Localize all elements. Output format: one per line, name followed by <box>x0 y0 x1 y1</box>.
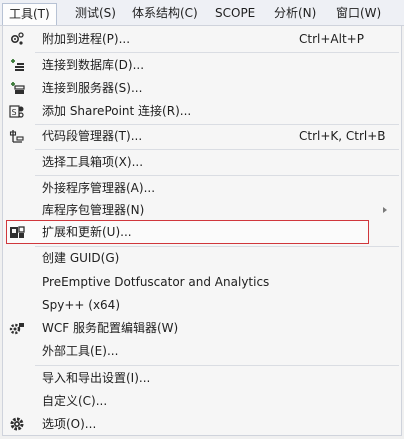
menu-item-label: 外接程序管理器(A)... <box>42 181 156 195</box>
menu-separator <box>35 149 399 150</box>
snippet-manager-icon <box>9 128 25 144</box>
menu-item-label: 扩展和更新(U)... <box>42 225 132 239</box>
menu-item-connect-server[interactable]: 连接到服务器(S)... <box>3 77 401 99</box>
menu-item-wcf-config-editor[interactable]: WCF 服务配置编辑器(W) <box>3 317 401 339</box>
menu-item-create-guid[interactable]: 创建 GUID(G) <box>3 247 401 269</box>
menu-item-connect-database[interactable]: 连接到数据库(D)... <box>3 54 401 76</box>
extensions-icon <box>9 224 25 240</box>
menu-separator <box>35 175 399 176</box>
menu-item-label: 库程序包管理器(N) <box>42 203 145 217</box>
menu-item-label: WCF 服务配置编辑器(W) <box>42 321 179 335</box>
menu-item-addin-manager[interactable]: 外接程序管理器(A)... <box>3 177 401 199</box>
menu-item-preemptive-dotfuscator[interactable]: PreEmptive Dotfuscator and Analytics <box>3 271 401 293</box>
menu-item-spy-plus-plus[interactable]: Spy++ (x64) <box>3 294 401 316</box>
menu-item-label: 连接到数据库(D)... <box>42 58 145 72</box>
submenu-arrow-icon <box>383 207 387 213</box>
menu-item-label: 代码段管理器(T)... <box>42 129 143 143</box>
connect-server-icon <box>9 80 25 96</box>
menu-item-label: PreEmptive Dotfuscator and Analytics <box>42 275 270 289</box>
menu-separator <box>35 365 399 366</box>
menu-item-external-tools[interactable]: 外部工具(E)... <box>3 340 401 362</box>
menu-tools[interactable]: 工具(T) <box>2 3 57 26</box>
menu-item-choose-toolbox[interactable]: 选择工具箱项(X)... <box>3 151 401 173</box>
svg-text:S: S <box>12 108 17 117</box>
menu-item-customize[interactable]: 自定义(C)... <box>3 390 401 412</box>
menu-item-import-export-settings[interactable]: 导入和导出设置(I)... <box>3 367 401 389</box>
menu-item-options[interactable]: 选项(O)... <box>3 413 401 435</box>
gear-icon <box>9 416 25 432</box>
wcf-config-icon <box>9 320 25 336</box>
menu-item-label: Spy++ (x64) <box>42 298 120 312</box>
menu-window[interactable]: 窗口(W) <box>330 3 387 23</box>
menu-item-attach-process[interactable]: 附加到进程(P)... Ctrl+Alt+P <box>3 28 401 50</box>
menu-item-label: 选项(O)... <box>42 417 97 431</box>
menu-item-label: 添加 SharePoint 连接(R)... <box>42 104 192 118</box>
menu-item-label: 导入和导出设置(I)... <box>42 371 151 385</box>
menu-scope[interactable]: SCOPE <box>209 3 261 23</box>
attach-process-icon <box>9 31 25 47</box>
menu-analyze[interactable]: 分析(N) <box>268 3 322 23</box>
tools-dropdown-menu: 附加到进程(P)... Ctrl+Alt+P 连接到数据库(D)... 连接到服… <box>2 25 402 436</box>
menu-item-snippet-manager[interactable]: 代码段管理器(T)... Ctrl+K, Ctrl+B <box>3 125 401 147</box>
menu-item-label: 外部工具(E)... <box>42 344 119 358</box>
menu-separator <box>35 52 399 53</box>
menu-architecture[interactable]: 体系结构(C) <box>126 3 204 23</box>
menu-item-shortcut: Ctrl+Alt+P <box>299 32 364 46</box>
menu-item-add-sharepoint[interactable]: S 添加 SharePoint 连接(R)... <box>3 100 401 122</box>
menu-item-label: 连接到服务器(S)... <box>42 81 143 95</box>
menu-test[interactable]: 测试(S) <box>69 3 122 23</box>
menu-item-library-package-manager[interactable]: 库程序包管理器(N) <box>3 199 401 221</box>
menu-bar: 工具(T) 测试(S) 体系结构(C) SCOPE 分析(N) 窗口(W) <box>0 0 404 26</box>
menu-item-extensions-updates[interactable]: 扩展和更新(U)... <box>3 221 401 243</box>
menu-item-label: 创建 GUID(G) <box>42 251 120 265</box>
menu-item-shortcut: Ctrl+K, Ctrl+B <box>299 129 386 143</box>
sharepoint-connection-icon: S <box>9 103 25 119</box>
menu-item-label: 自定义(C)... <box>42 394 108 408</box>
connect-database-icon <box>9 57 25 73</box>
menu-item-label: 附加到进程(P)... <box>42 32 131 46</box>
menu-item-label: 选择工具箱项(X)... <box>42 155 144 169</box>
